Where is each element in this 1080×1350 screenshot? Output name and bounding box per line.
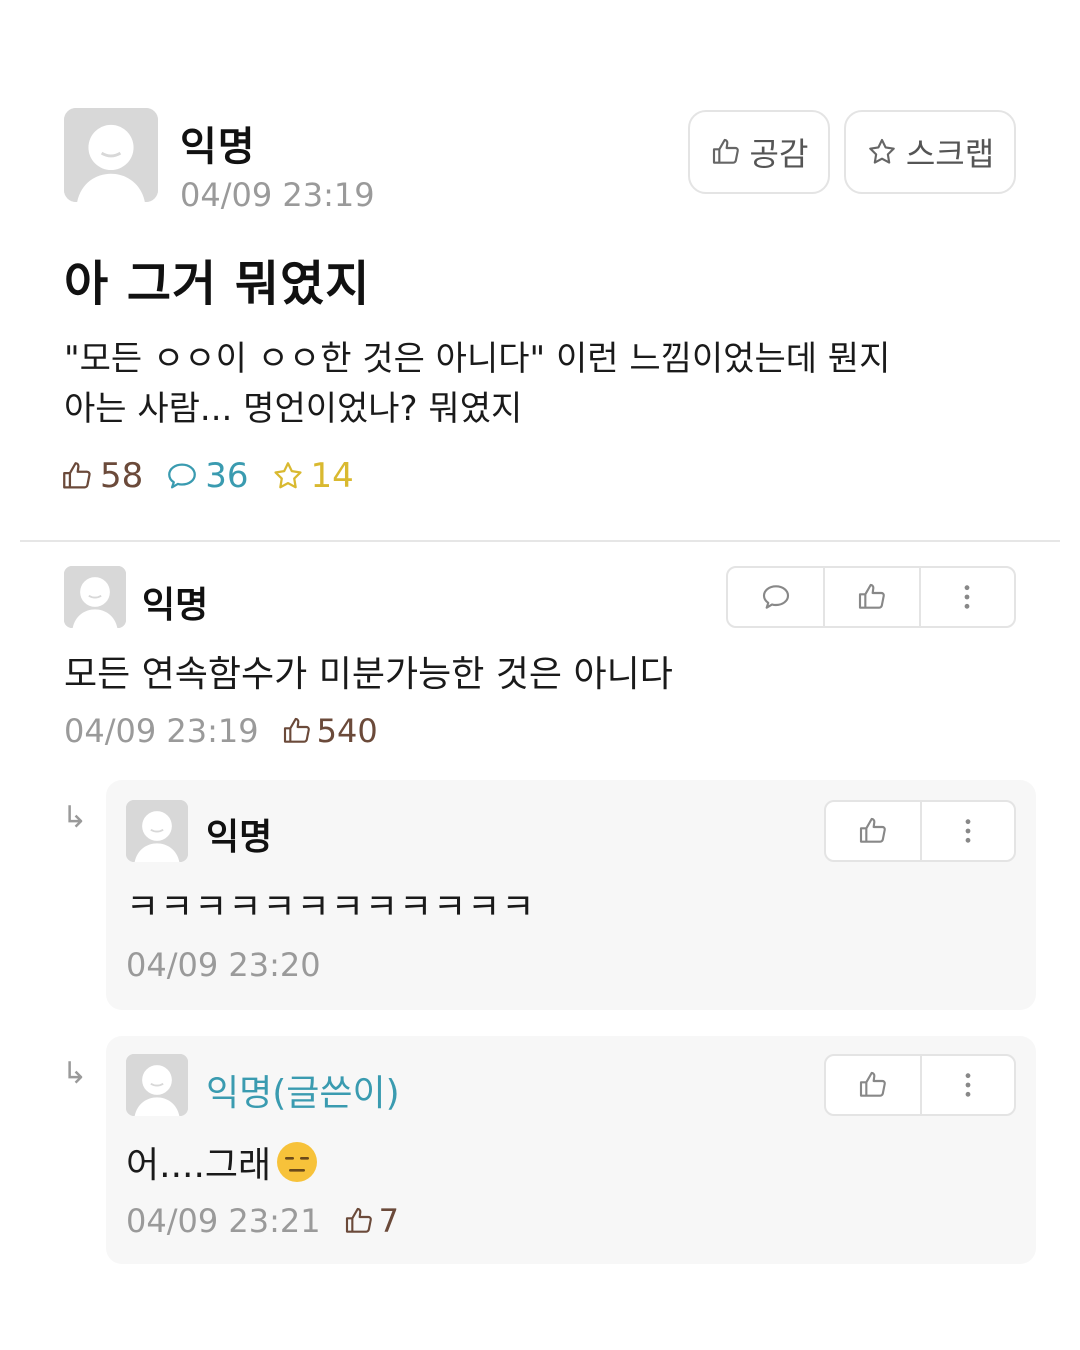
more-vertical-icon [951, 581, 983, 613]
post-author-avatar [64, 108, 158, 202]
comment-text: 모든 연속함수가 미분가능한 것은 아니다 [64, 654, 673, 695]
post-stats: 58 36 14 [60, 456, 376, 496]
thumbs-up-icon [60, 459, 94, 493]
thumbs-up-icon [857, 1069, 889, 1101]
reply-text: ㅋㅋㅋㅋㅋㅋㅋㅋㅋㅋㅋㅋ [126, 887, 536, 928]
scrap-count: 14 [271, 456, 354, 496]
reply-author-avatar [126, 800, 188, 862]
thumbs-up-icon [281, 715, 313, 747]
comment-date: 04/09 23:19 [64, 712, 259, 750]
like-count: 58 [60, 456, 143, 496]
reply-text: 어....그래 [126, 1145, 272, 1186]
thumbs-up-icon [710, 136, 742, 168]
reply-date: 04/09 23:20 [126, 946, 321, 984]
reply-meta: 04/09 23:21 7 [126, 1202, 399, 1240]
post-title: 아 그거 뭐였지 [64, 256, 371, 312]
default-avatar-icon [64, 566, 126, 628]
reply-arrow-icon: ↳ [62, 800, 88, 835]
reply-meta: 04/09 23:20 [126, 946, 321, 984]
comment-count: 36 [165, 456, 249, 496]
default-avatar-icon [126, 800, 188, 862]
expressionless-face-emoji [277, 1142, 318, 1182]
default-avatar-icon [64, 108, 158, 202]
reply-more-button[interactable] [919, 1056, 1014, 1114]
reply-date: 04/09 23:21 [126, 1202, 321, 1240]
reply-like-count: 7 [343, 1202, 399, 1240]
more-vertical-icon [952, 815, 984, 847]
post-body-line: "모든 ㅇㅇ이 ㅇㅇ한 것은 아니다" 이런 느낌이었는데 뭔지 [64, 339, 891, 379]
like-button[interactable]: 공감 [688, 110, 830, 194]
post-body-line: 아는 사람... 명언이었나? 뭐였지 [64, 389, 523, 429]
default-avatar-icon [126, 1054, 188, 1116]
star-icon [271, 459, 305, 493]
comment-more-button[interactable] [918, 568, 1014, 626]
speech-bubble-icon [760, 581, 792, 613]
post-body: "모든 ㅇㅇ이 ㅇㅇ한 것은 아니다" 이런 느낌이었는데 뭔지 아는 사람..… [64, 334, 1024, 434]
reply-actions [824, 1054, 1016, 1116]
reply-author-avatar [126, 1054, 188, 1116]
thumbs-up-icon [343, 1205, 375, 1237]
reply-text-row: 어....그래 [126, 1136, 319, 1188]
reply-like-button[interactable] [826, 1056, 920, 1114]
comment-like-count: 540 [281, 712, 378, 750]
reply-author-name: 익명 [206, 817, 273, 858]
thumbs-up-icon [857, 815, 889, 847]
post-author-name: 익명 [180, 124, 256, 170]
comment-meta: 04/09 23:19 540 [64, 712, 378, 750]
comment-like-button[interactable] [823, 568, 918, 626]
thumbs-up-icon [856, 581, 888, 613]
divider [20, 540, 1060, 542]
speech-bubble-icon [165, 459, 199, 493]
reply-arrow-icon: ↳ [62, 1056, 88, 1091]
comment-author-name: 익명 [142, 585, 209, 626]
reply-actions [824, 800, 1016, 862]
post-date: 04/09 23:19 [180, 176, 375, 214]
like-button-label: 공감 [749, 135, 809, 173]
scrap-button[interactable]: 스크랩 [844, 110, 1016, 194]
reply-more-button[interactable] [919, 802, 1014, 860]
op-author-name: 익명(글쓴이) [206, 1073, 400, 1114]
more-vertical-icon [952, 1069, 984, 1101]
comment-actions [726, 566, 1016, 628]
reply-button[interactable] [728, 568, 823, 626]
star-icon [866, 136, 898, 168]
comment-author-avatar [64, 566, 126, 628]
reply-like-button[interactable] [826, 802, 920, 860]
scrap-button-label: 스크랩 [905, 135, 995, 173]
